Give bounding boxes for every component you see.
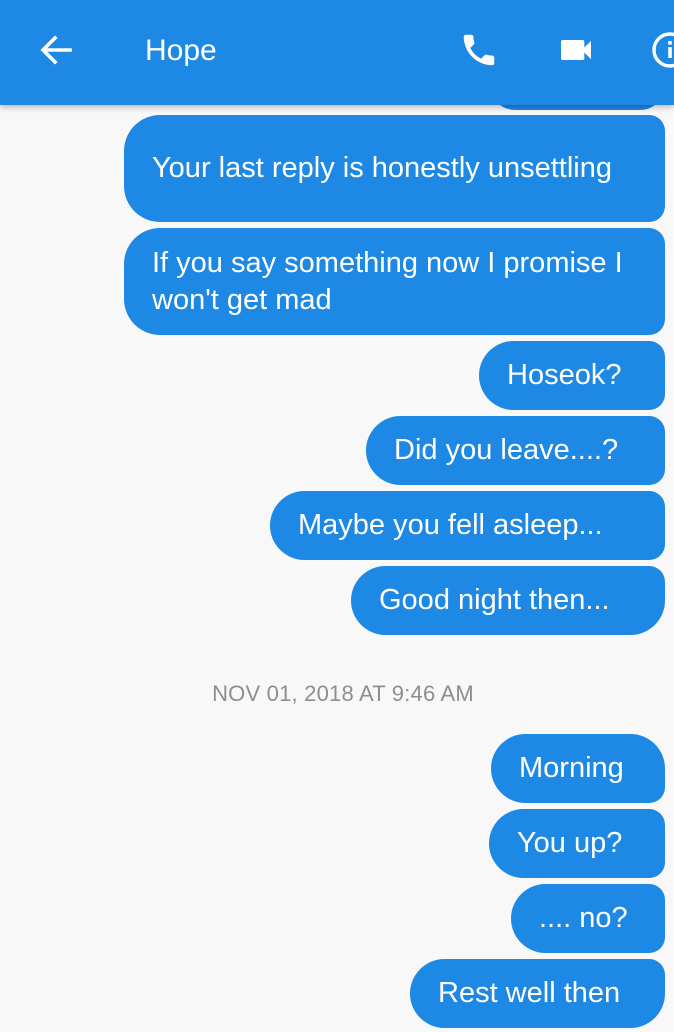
message-text: Morning xyxy=(519,752,624,784)
message-bubble[interactable]: .... no? xyxy=(511,884,665,953)
message-thread: Your last reply is honestly unsettling I… xyxy=(0,0,674,1032)
message-text: If you say something now I promise I won… xyxy=(152,246,623,316)
message-text: Maybe you fell asleep... xyxy=(298,509,603,541)
message-bubble[interactable]: Did you leave....? xyxy=(366,416,665,485)
message-bubble[interactable]: Your last reply is honestly unsettling xyxy=(124,115,665,222)
arrow-left-icon[interactable] xyxy=(38,32,74,68)
conversation-header: Hope xyxy=(0,0,674,105)
video-camera-icon[interactable] xyxy=(556,30,596,70)
message-bubble[interactable]: Rest well then xyxy=(410,959,665,1028)
message-text: Your last reply is honestly unsettling xyxy=(152,152,612,184)
info-icon[interactable] xyxy=(650,30,674,70)
message-text: Rest well then xyxy=(438,977,621,1009)
message-text: Did you leave....? xyxy=(394,434,619,466)
message-text: .... no? xyxy=(539,902,628,934)
message-bubble[interactable]: If you say something now I promise I won… xyxy=(124,228,665,335)
message-bubble[interactable]: Maybe you fell asleep... xyxy=(270,491,665,560)
contact-name[interactable]: Hope xyxy=(145,32,217,70)
message-bubble[interactable]: You up? xyxy=(489,809,665,878)
message-text: Hoseok? xyxy=(507,359,622,391)
message-bubble[interactable]: Hoseok? xyxy=(479,341,665,410)
message-bubble[interactable]: Good night then... xyxy=(351,566,665,635)
phone-icon[interactable] xyxy=(459,30,499,70)
message-text: You up? xyxy=(517,827,623,859)
message-timestamp: NOV 01, 2018 AT 9:46 AM xyxy=(212,681,474,706)
message-text: Good night then... xyxy=(379,584,610,616)
message-bubble[interactable]: Morning xyxy=(491,734,665,803)
